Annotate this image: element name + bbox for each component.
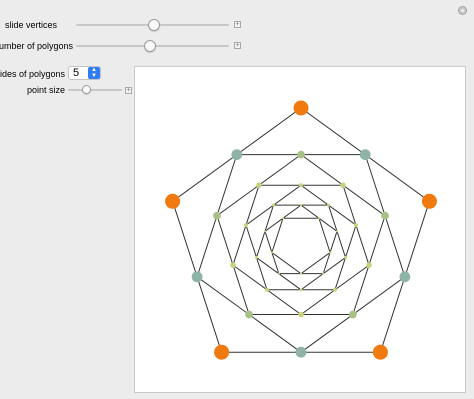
number-of-polygons-plus-icon[interactable]: + — [234, 42, 241, 49]
vertex-point — [265, 287, 269, 292]
vertex-point — [245, 310, 253, 319]
sides-of-polygons-select[interactable]: 5 ▲ ▼ — [68, 66, 101, 80]
vertex-point — [328, 251, 332, 254]
vertex-point — [322, 272, 325, 275]
vertex-point — [191, 271, 203, 283]
vertex-point — [299, 183, 303, 188]
point-size-thumb[interactable] — [82, 85, 91, 94]
polygon-8 — [271, 217, 331, 275]
polygon-plot — [134, 66, 466, 393]
number-of-polygons-label: number of polygons — [0, 41, 73, 51]
vertex-point — [340, 182, 346, 188]
slide-vertices-thumb[interactable] — [148, 19, 160, 31]
vertex-point — [299, 203, 303, 207]
vertex-point — [165, 193, 181, 209]
sides-of-polygons-value: 5 — [73, 67, 80, 79]
vertex-point — [421, 193, 437, 209]
point-size-label: point size — [26, 85, 65, 95]
vertex-point — [399, 271, 411, 283]
vertex-point — [231, 149, 243, 160]
vertex-point — [293, 100, 309, 116]
vertex-point — [297, 150, 305, 159]
vertex-point — [256, 182, 262, 188]
vertex-point — [335, 230, 339, 233]
vertex-point — [333, 287, 337, 292]
vertex-point — [354, 223, 358, 228]
polygon-plot-canvas — [165, 100, 437, 360]
vertex-point — [270, 251, 274, 254]
vertex-point — [272, 203, 275, 207]
vertex-point — [299, 288, 303, 292]
slide-vertices-plus-icon[interactable]: + — [234, 21, 241, 28]
point-size-plus-icon[interactable]: + — [125, 87, 132, 94]
vertex-point — [344, 256, 347, 259]
vertex-point — [213, 211, 221, 220]
vertex-point — [381, 211, 389, 220]
vertex-point — [255, 256, 258, 259]
vertex-point — [299, 272, 303, 275]
vertex-point — [349, 310, 357, 319]
vertex-point — [317, 217, 321, 220]
vertex-point — [298, 311, 304, 318]
slide-vertices-label: slide vertices — [4, 20, 57, 30]
vertex-point — [214, 344, 230, 360]
vertex-point — [366, 262, 372, 268]
vertex-point — [295, 346, 307, 358]
vertex-point — [244, 223, 248, 228]
vertex-point — [281, 217, 285, 220]
vertex-point — [277, 272, 280, 275]
number-of-polygons-thumb[interactable] — [144, 40, 156, 52]
vertex-point — [359, 149, 371, 160]
gear-icon[interactable] — [458, 6, 467, 15]
vertex-point — [372, 344, 388, 360]
vertex-point — [263, 230, 267, 233]
point-size-slider[interactable] — [68, 89, 122, 91]
up-down-arrows-icon: ▲ ▼ — [88, 67, 100, 79]
sides-of-polygons-label: sides of polygons — [0, 69, 65, 79]
vertex-point — [327, 203, 330, 207]
vertex-point — [230, 262, 236, 268]
